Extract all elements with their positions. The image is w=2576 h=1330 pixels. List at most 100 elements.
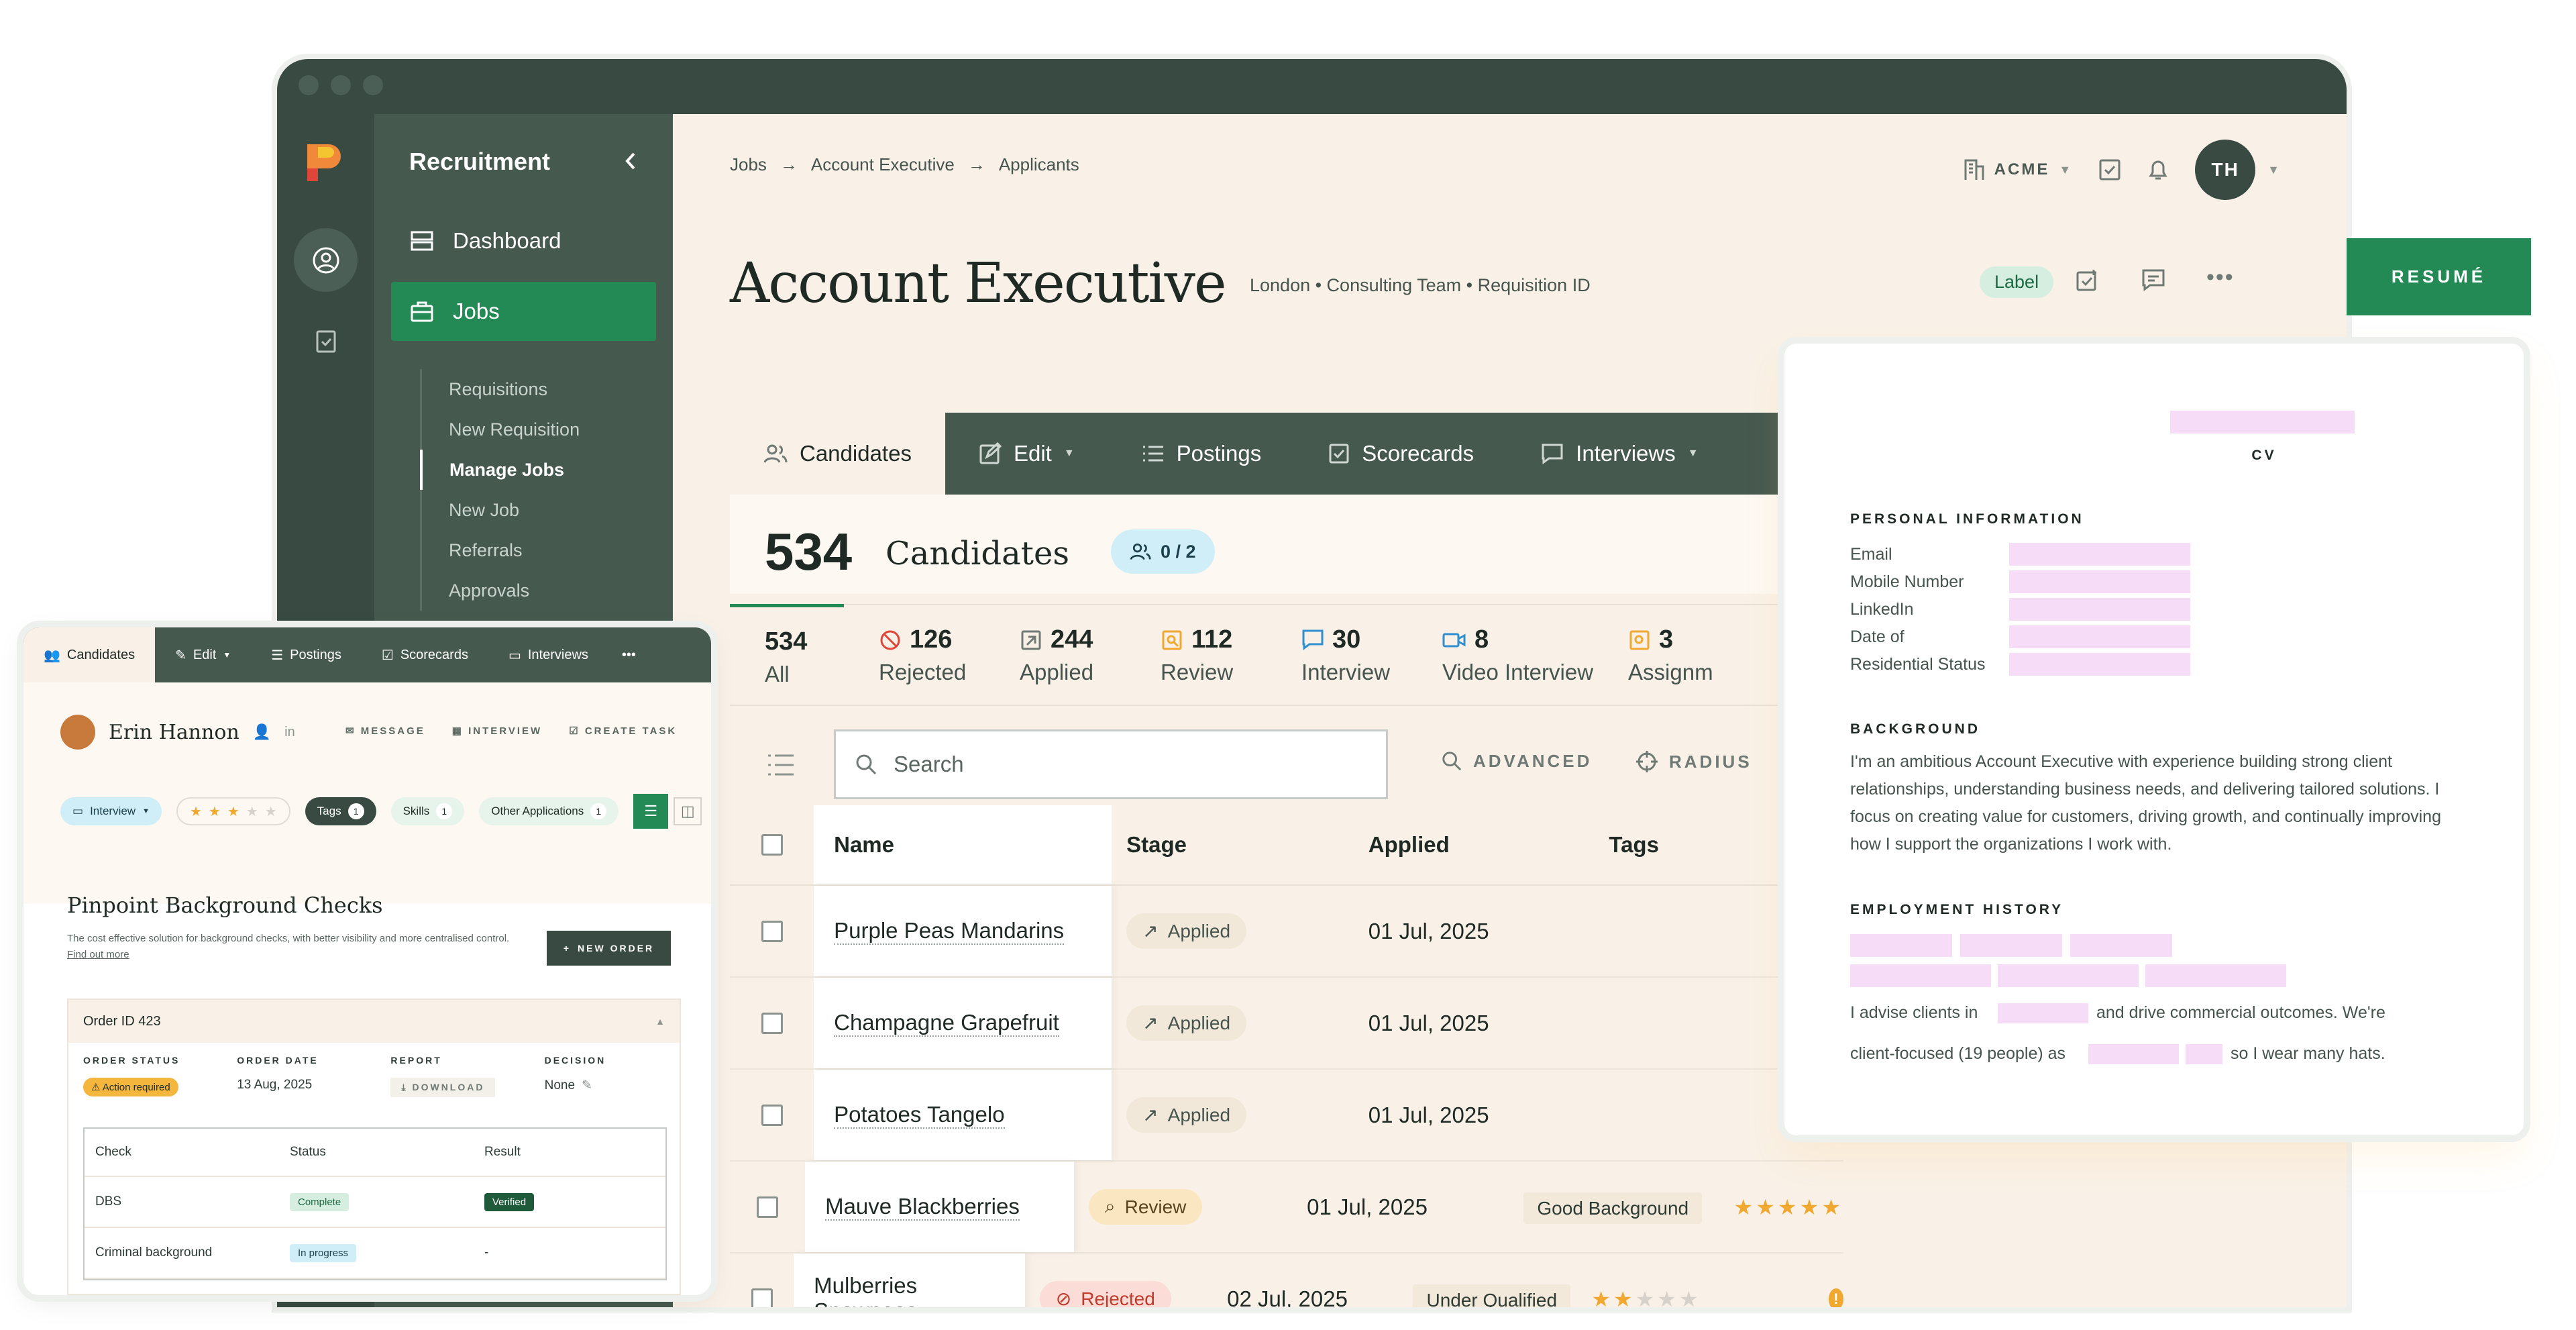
star-icon[interactable]: ★: [265, 803, 277, 820]
tab-interviews[interactable]: ▭ Interviews: [488, 627, 608, 682]
list-layout-icon[interactable]: ☰: [633, 794, 669, 829]
tab-scorecards[interactable]: ☑ Scorecards: [362, 627, 488, 682]
tab-scorecards[interactable]: Scorecards: [1295, 413, 1507, 495]
window-dot[interactable]: [363, 75, 383, 95]
user-icon[interactable]: 👤: [253, 723, 271, 741]
stage-label: Interview: [1301, 660, 1391, 684]
message-button[interactable]: ✉ MESSAGE: [345, 725, 425, 737]
candidate-name-link[interactable]: Mauve Blackberries: [825, 1194, 1020, 1221]
avatar: [60, 715, 95, 750]
row-checkbox[interactable]: [761, 920, 783, 942]
linkedin-icon[interactable]: in: [284, 725, 295, 740]
star-icon[interactable]: ★: [227, 803, 239, 820]
search-input[interactable]: Search: [834, 729, 1388, 799]
background-heading: BACKGROUND: [1850, 721, 1980, 737]
table-row[interactable]: Mulberries Snowpeas ⊘ Rejected 02 Jul, 20…: [730, 1254, 1844, 1308]
tab-candidates[interactable]: Candidates: [730, 413, 945, 495]
tab-postings[interactable]: ☰ Postings: [251, 627, 362, 682]
recruitment-rail-button[interactable]: [294, 228, 358, 292]
select-all-checkbox[interactable]: [761, 834, 783, 856]
row-checkbox[interactable]: [751, 1288, 773, 1307]
advanced-search-button[interactable]: ADVANCED: [1441, 750, 1592, 772]
edit-check-icon[interactable]: [2075, 267, 2100, 293]
candidate-name-link[interactable]: Mulberries Snowpeas: [814, 1273, 1025, 1308]
subnav-manage-jobs[interactable]: Manage Jobs: [420, 450, 580, 490]
stage-video-interview[interactable]: 8 Video Interview: [1407, 605, 1593, 705]
star-icon[interactable]: ★: [190, 803, 202, 820]
tab-postings[interactable]: Postings: [1108, 413, 1295, 495]
col-stage[interactable]: Stage: [1112, 832, 1354, 858]
row-checkbox[interactable]: [761, 1012, 783, 1034]
subnav-requisitions[interactable]: Requisitions: [422, 369, 580, 409]
more-icon[interactable]: •••: [2206, 266, 2235, 293]
subnav-new-job[interactable]: New Job: [422, 490, 580, 530]
col-applied[interactable]: Applied: [1354, 832, 1596, 858]
video-icon: [1442, 633, 1466, 647]
download-button[interactable]: ⤓ DOWNLOAD: [390, 1078, 496, 1097]
sidebar-item-jobs[interactable]: Jobs: [391, 282, 656, 341]
tab-label: Interviews: [1576, 441, 1676, 466]
stage-interview[interactable]: 30 Interview: [1267, 605, 1407, 705]
tab-edit[interactable]: Edit ▼: [945, 413, 1108, 495]
selection-pill[interactable]: 0 / 2: [1111, 529, 1215, 574]
tab-label: Scorecards: [1362, 441, 1474, 466]
resume-button[interactable]: RESUMÉ: [2347, 238, 2531, 315]
stage-rejected[interactable]: 126 Rejected: [844, 605, 985, 705]
rating-stars[interactable]: ★ ★ ★ ★ ★: [176, 797, 290, 825]
star-icon[interactable]: ★: [209, 803, 221, 820]
create-task-button[interactable]: ☑ CREATE TASK: [569, 725, 677, 737]
candidate-name-link[interactable]: Purple Peas Mandarins: [834, 918, 1065, 945]
more-icon[interactable]: •••: [608, 627, 656, 682]
table-row[interactable]: Purple Peas Mandarins ↗ Applied 01 Jul, 2…: [730, 886, 1843, 978]
cv-line: so I wear many hats.: [2231, 1044, 2385, 1063]
find-out-more-link[interactable]: Find out more: [67, 949, 129, 960]
order-header[interactable]: Order ID 423 ▲: [68, 1000, 680, 1043]
split-layout-icon[interactable]: ◫: [674, 797, 702, 825]
window-dot[interactable]: [299, 75, 319, 95]
label-badge[interactable]: Label: [1980, 266, 2054, 298]
row-checkbox[interactable]: [757, 1196, 779, 1218]
candidate-name-link[interactable]: Champagne Grapefruit: [834, 1010, 1059, 1037]
skills-chip[interactable]: Skills 1: [390, 797, 465, 825]
stage-applied[interactable]: 244 Applied: [985, 605, 1126, 705]
list-view-icon[interactable]: [767, 753, 795, 777]
tab-candidates[interactable]: 👥 Candidates: [23, 627, 156, 682]
window-dot[interactable]: [331, 75, 351, 95]
org-switcher[interactable]: ACME ▼: [1964, 158, 2074, 181]
subnav-approvals[interactable]: Approvals: [422, 570, 580, 611]
radius-button[interactable]: RADIUS: [1635, 750, 1752, 773]
new-order-button[interactable]: + NEW ORDER: [547, 931, 671, 966]
tasks-rail-button[interactable]: [294, 309, 358, 372]
sidebar-item-dashboard[interactable]: Dashboard: [391, 211, 656, 270]
table-row[interactable]: Champagne Grapefruit ↗ Applied 01 Jul, 20…: [730, 978, 1843, 1070]
breadcrumb-job[interactable]: Account Executive: [811, 154, 955, 175]
stage-assignment[interactable]: 3 Assignm: [1593, 605, 1734, 705]
collapse-icon[interactable]: [623, 151, 639, 171]
subnav-new-requisition[interactable]: New Requisition: [422, 409, 580, 450]
tasks-icon[interactable]: [2098, 158, 2121, 181]
stage-all[interactable]: 534 All: [730, 604, 844, 705]
tags-chip[interactable]: Tags 1: [305, 797, 376, 825]
stage-review[interactable]: 112 Review: [1126, 605, 1267, 705]
tab-interviews[interactable]: Interviews ▼: [1507, 413, 1731, 495]
other-applications-chip[interactable]: Other Applications 1: [479, 797, 619, 825]
row-checkbox[interactable]: [761, 1104, 783, 1126]
star-icon[interactable]: ★: [246, 803, 258, 820]
comment-icon[interactable]: [2141, 267, 2166, 293]
breadcrumb-jobs[interactable]: Jobs: [730, 154, 767, 175]
col-name[interactable]: Name: [814, 805, 1112, 884]
edit-icon[interactable]: ✎: [582, 1078, 592, 1093]
table-row[interactable]: Potatoes Tangelo ↗ Applied 01 Jul, 2025: [730, 1070, 1843, 1162]
user-avatar[interactable]: TH: [2195, 140, 2256, 200]
candidate-name-link[interactable]: Potatoes Tangelo: [834, 1102, 1005, 1129]
subnav-referrals[interactable]: Referrals: [422, 530, 580, 570]
list-icon: [1142, 446, 1163, 462]
table-row[interactable]: Mauve Blackberries ⌕ Review 01 Jul, 2025 …: [730, 1162, 1843, 1254]
chevron-down-icon[interactable]: ▼: [2267, 163, 2279, 177]
stage-select[interactable]: ▭ Interview ▼: [60, 797, 162, 825]
tab-edit[interactable]: ✎ Edit ▼: [155, 627, 251, 682]
bell-icon[interactable]: [2147, 158, 2169, 182]
interview-button[interactable]: ▦ INTERVIEW: [452, 725, 542, 737]
search-icon: [856, 754, 877, 775]
radius-label: RADIUS: [1669, 751, 1752, 772]
